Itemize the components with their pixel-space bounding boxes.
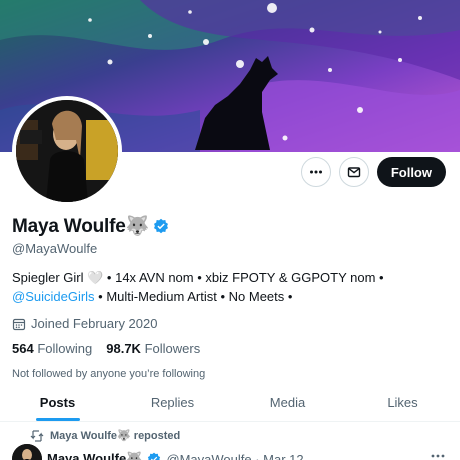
post-avatar-photo [12, 444, 42, 460]
profile-tabs: Posts Replies Media Likes [0, 384, 460, 422]
handle: @MayaWoulfe [12, 241, 98, 256]
verified-badge-icon[interactable] [153, 218, 169, 234]
following-link[interactable]: 564 Following [12, 341, 92, 356]
following-label: Following [37, 341, 93, 356]
profile-avatar[interactable] [12, 96, 122, 206]
not-followed-notice: Not followed by anyone you’re following [12, 368, 206, 380]
bio-text: Spiegler Girl 🤍 • 14x AVN nom • xbiz FPO… [12, 270, 384, 285]
post-meta: @MayaWoulfe · Mar 12 [166, 451, 304, 460]
bio-tail: • Multi-Medium Artist • No Meets • [94, 289, 293, 304]
mail-icon [347, 167, 361, 178]
tab-posts[interactable]: Posts [0, 384, 115, 421]
verified-badge-icon [148, 452, 161, 460]
followers-count: 98.7K [106, 341, 141, 356]
joined-date: Joined February 2020 [31, 316, 158, 331]
more-icon [431, 454, 445, 458]
follow-button[interactable]: Follow [376, 157, 446, 187]
calendar-icon [12, 318, 26, 330]
bio-mention-link[interactable]: @SuicideGirls [12, 289, 95, 304]
joined-row: Joined February 2020 [12, 316, 448, 331]
post-header: Maya Woulfe🐺 @MayaWoulfe · Mar 12 [12, 444, 304, 460]
name-row: Maya Woulfe🐺 [12, 214, 448, 238]
tab-media[interactable]: Media [230, 384, 345, 421]
profile-info: Maya Woulfe🐺 @MayaWoulfe Spiegler Girl 🤍… [12, 214, 448, 380]
more-icon [309, 170, 322, 174]
post-avatar[interactable] [12, 444, 42, 460]
avatar-photo [16, 100, 118, 202]
message-button[interactable] [338, 157, 369, 187]
post-more-button[interactable] [430, 446, 446, 460]
followers-label: Followers [144, 341, 201, 356]
repost-icon [30, 429, 44, 442]
repost-indicator: Maya Woulfe🐺 reposted [30, 429, 180, 442]
follow-counts: 564 Following 98.7K Followers [12, 341, 448, 356]
tab-likes[interactable]: Likes [345, 384, 460, 421]
following-count: 564 [12, 341, 34, 356]
post-author-name[interactable]: Maya Woulfe🐺 [47, 451, 142, 460]
profile-actions: Follow [300, 157, 446, 187]
tab-replies[interactable]: Replies [115, 384, 230, 421]
display-name: Maya Woulfe🐺 [12, 216, 150, 237]
bio: Spiegler Girl 🤍 • 14x AVN nom • xbiz FPO… [12, 268, 448, 306]
more-button[interactable] [300, 157, 331, 187]
repost-text: Maya Woulfe🐺 reposted [50, 430, 181, 442]
followers-link[interactable]: 98.7K Followers [106, 341, 200, 356]
